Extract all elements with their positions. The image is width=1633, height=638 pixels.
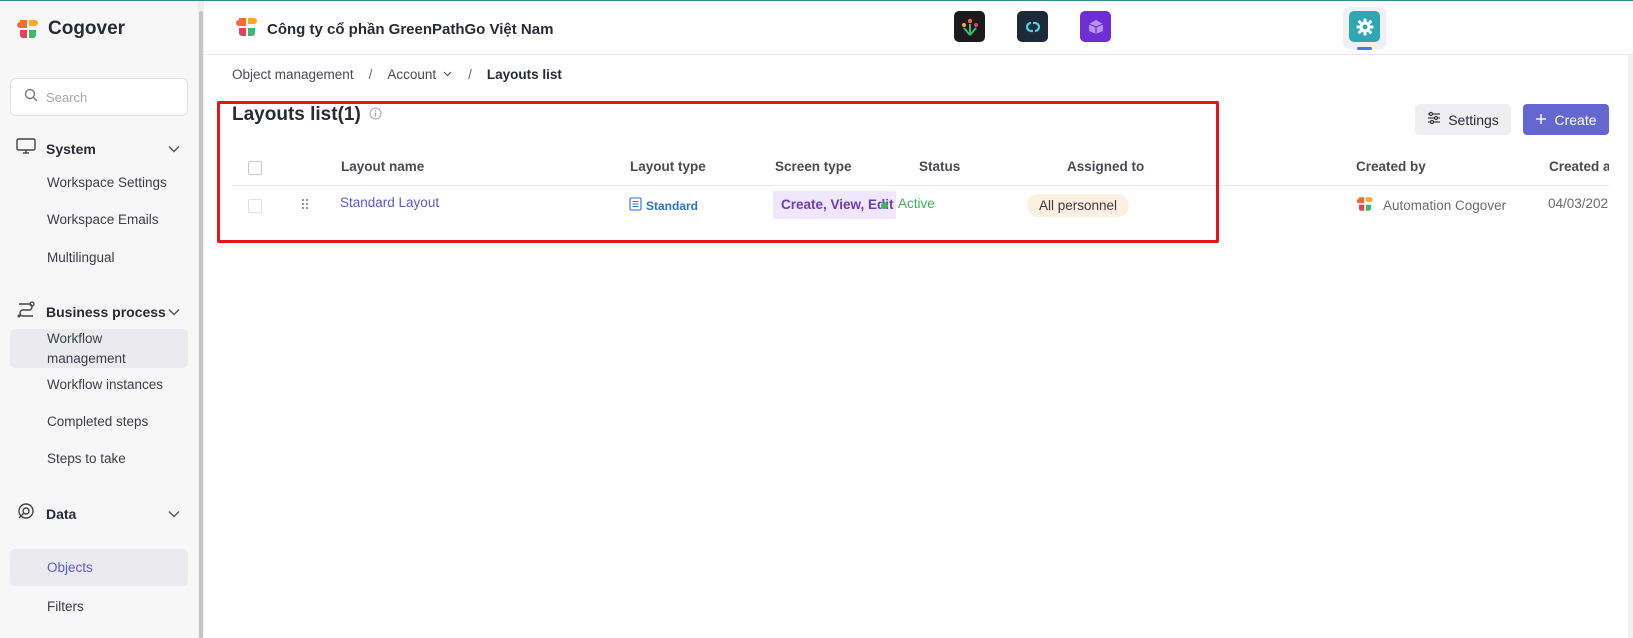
column-created-by[interactable]: Created by [1356, 159, 1426, 174]
sidebar: Cogover System Workspace Settings Worksp… [0, 1, 201, 638]
company-logo-icon [235, 15, 259, 44]
box-app-icon[interactable] [1080, 11, 1111, 42]
cogover-logo-icon [16, 17, 40, 41]
breadcrumb: Object management / Account / Layouts li… [232, 67, 562, 82]
table-header: Layout name Layout type Screen type Stat… [232, 150, 1611, 186]
sidebar-item-completed-steps[interactable]: Completed steps [10, 411, 188, 433]
page-scrollbar[interactable] [1628, 55, 1633, 638]
chevron-down-icon [167, 507, 181, 521]
active-app-indicator [1357, 47, 1372, 50]
screen-type-badge: Create, View, Edit [773, 191, 896, 219]
row-checkbox[interactable] [248, 199, 262, 213]
section-label: Business process [46, 303, 166, 320]
breadcrumb-object-management[interactable]: Object management [232, 67, 354, 82]
sidebar-item-multilingual[interactable]: Multilingual [10, 247, 188, 269]
column-created-at[interactable]: Created a [1549, 159, 1611, 174]
settings-button[interactable]: Settings [1415, 104, 1511, 135]
data-icon [16, 501, 36, 526]
top-header: Công ty cổ phần GreenPathGo Việt Nam [205, 1, 1633, 55]
chevron-down-icon [167, 142, 181, 156]
column-assigned-to[interactable]: Assigned to [1067, 159, 1144, 174]
sidebar-scrollbar[interactable] [198, 1, 204, 638]
document-icon [629, 197, 642, 214]
company-name: Công ty cổ phần GreenPathGo Việt Nam [267, 21, 554, 38]
sidebar-item-steps-to-take[interactable]: Steps to take [10, 448, 188, 470]
breadcrumb-separator: / [468, 67, 472, 82]
sidebar-item-objects[interactable]: Objects [10, 549, 188, 586]
company-switcher[interactable]: Công ty cổ phần GreenPathGo Việt Nam [235, 15, 553, 44]
drag-handle-icon[interactable] [300, 197, 310, 214]
section-label: System [46, 140, 96, 157]
breadcrumb-separator: / [368, 67, 373, 82]
section-business-process[interactable]: Business process [16, 299, 181, 324]
sidebar-item-filters[interactable]: Filters [10, 596, 188, 618]
status-dot [881, 202, 888, 209]
table-row[interactable]: Standard Layout Standard Create, View, E… [232, 187, 1609, 225]
scrollbar-thumb[interactable] [199, 11, 203, 638]
sidebar-item-workspace-settings[interactable]: Workspace Settings [10, 172, 188, 194]
search-icon [24, 88, 38, 107]
sidebar-item-workflow-management[interactable]: Workflow management [10, 329, 188, 368]
section-label: Data [46, 505, 77, 522]
info-icon[interactable] [369, 104, 382, 126]
plus-icon [1535, 112, 1547, 128]
monitor-icon [16, 137, 36, 160]
column-screen-type[interactable]: Screen type [775, 159, 852, 174]
settings-app-icon[interactable] [1349, 11, 1380, 42]
brand-name: Cogover [48, 18, 126, 39]
sliders-icon [1427, 111, 1441, 128]
created-at: 04/03/202 [1548, 196, 1609, 211]
layout-type: Standard [629, 197, 698, 214]
select-all-checkbox[interactable] [248, 161, 262, 175]
sidebar-item-workflow-instances[interactable]: Workflow instances [10, 374, 188, 396]
link-app-icon[interactable] [1017, 11, 1048, 42]
chevron-down-icon [167, 305, 181, 319]
search-input[interactable] [46, 89, 186, 105]
section-system[interactable]: System [16, 137, 181, 160]
column-layout-name[interactable]: Layout name [341, 159, 424, 174]
breadcrumb-account[interactable]: Account [387, 67, 453, 82]
column-status[interactable]: Status [919, 159, 960, 174]
people-app-icon[interactable] [954, 11, 985, 42]
section-data[interactable]: Data [16, 501, 181, 526]
created-by: Automation Cogover [1356, 195, 1506, 216]
chevron-down-icon [442, 67, 453, 82]
user-avatar-icon [1356, 195, 1374, 216]
create-button[interactable]: Create [1523, 104, 1609, 135]
sidebar-item-workspace-emails[interactable]: Workspace Emails [10, 209, 188, 231]
column-layout-type[interactable]: Layout type [630, 159, 706, 174]
status-label: Active [898, 196, 935, 211]
brand[interactable]: Cogover [16, 17, 125, 41]
assigned-to-badge: All personnel [1027, 194, 1130, 217]
search-box[interactable] [10, 78, 188, 116]
page-title: Layouts list(1) [232, 104, 382, 126]
flow-icon [16, 299, 36, 324]
breadcrumb-current: Layouts list [486, 67, 562, 82]
layout-name-link[interactable]: Standard Layout [340, 195, 439, 210]
